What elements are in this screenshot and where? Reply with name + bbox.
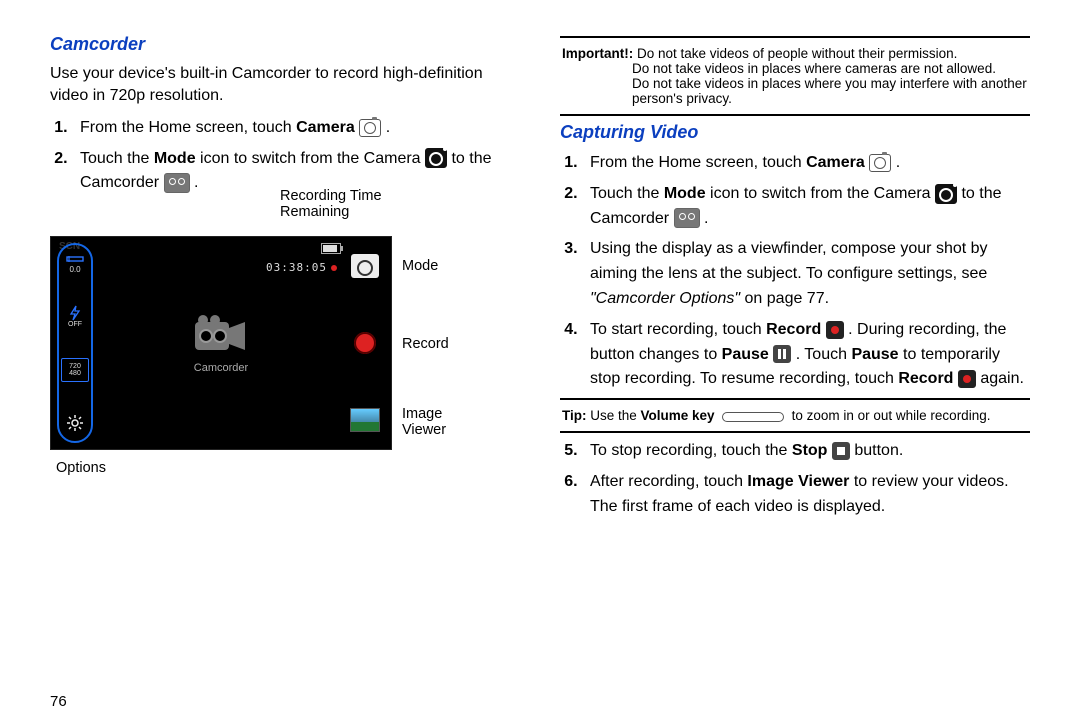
camcorder-screenshot-wrap: Recording Time Remaining Mode Record Ima… xyxy=(50,236,460,450)
stop-icon xyxy=(832,442,850,460)
callout-options: Options xyxy=(56,460,106,476)
camera-icon xyxy=(869,154,891,172)
divider xyxy=(560,398,1030,400)
intro-text: Use your device's built-in Camcorder to … xyxy=(50,63,520,108)
section-title-capturing: Capturing Video xyxy=(560,122,1030,143)
divider xyxy=(560,36,1030,38)
image-viewer-thumb xyxy=(350,408,380,432)
callout-viewer: Image Viewer xyxy=(402,406,462,438)
camcorder-viewfinder: SCN 0.0 OFF 720480 03:38:05 xyxy=(50,236,392,450)
volume-key-icon xyxy=(722,412,784,422)
callout-record: Record xyxy=(402,336,449,352)
camera-icon xyxy=(359,119,381,137)
right-column: Important!: Do not take videos of people… xyxy=(560,30,1030,526)
left-column: Camcorder Use your device's built-in Cam… xyxy=(50,30,520,526)
mode-icon xyxy=(425,148,447,168)
right-step-6: After recording, touch Image Viewer to r… xyxy=(582,470,1030,520)
camcorder-center-icon xyxy=(193,312,249,356)
divider xyxy=(560,114,1030,116)
right-step-2: Touch the Mode icon to switch from the C… xyxy=(582,182,1030,232)
right-step-1: From the Home screen, touch Camera . xyxy=(582,151,1030,176)
camcorder-icon xyxy=(674,208,700,228)
divider xyxy=(560,431,1030,433)
right-step-5: To stop recording, touch the Stop button… xyxy=(582,439,1030,464)
record-button-icon xyxy=(351,329,379,357)
page-number: 76 xyxy=(50,693,67,710)
mode-button-icon xyxy=(351,254,379,278)
section-title-camcorder: Camcorder xyxy=(50,34,520,55)
pause-icon xyxy=(773,345,791,363)
record-icon xyxy=(826,321,844,339)
callout-mode: Mode xyxy=(402,258,438,274)
left-step-1: From the Home screen, touch Camera . xyxy=(72,116,520,141)
right-control-bar xyxy=(345,243,385,443)
mode-icon xyxy=(935,184,957,204)
callout-time: Recording Time Remaining xyxy=(280,188,390,220)
important-note: Important!: Do not take videos of people… xyxy=(560,44,1030,108)
camcorder-icon xyxy=(164,173,190,193)
tip-note: Tip: Use the Volume key to zoom in or ou… xyxy=(560,406,1030,425)
center-label: Camcorder xyxy=(194,362,248,374)
right-step-3: Using the display as a viewfinder, compo… xyxy=(582,237,1030,311)
record-icon xyxy=(958,370,976,388)
right-step-4: To start recording, touch Record . Durin… xyxy=(582,318,1030,392)
manual-page: Camcorder Use your device's built-in Cam… xyxy=(0,0,1080,720)
